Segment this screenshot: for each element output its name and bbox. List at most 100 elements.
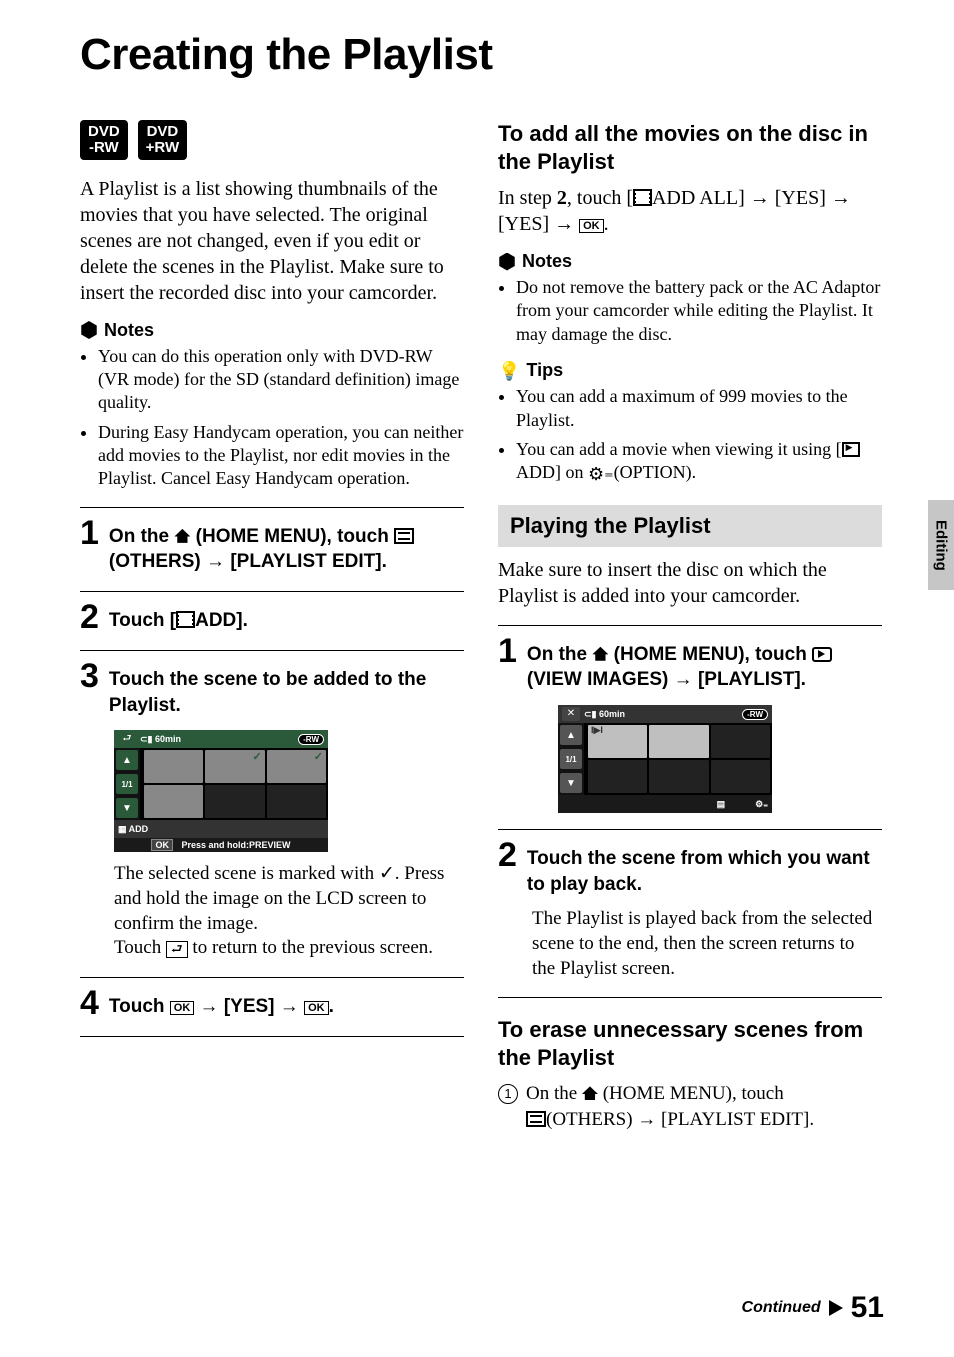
- tips-heading: 💡 Tips: [498, 360, 882, 381]
- thumbnail-empty: [711, 725, 770, 758]
- scroll-up-button[interactable]: ▲: [560, 725, 582, 745]
- step-text: Touch OK → [YES] → OK.: [109, 986, 334, 1020]
- disc-type-indicator: -RW: [298, 734, 324, 745]
- thumbnail[interactable]: [144, 785, 203, 818]
- play-step-2-body: The Playlist is played back from the sel…: [532, 907, 882, 981]
- ok-icon: OK: [170, 1001, 195, 1015]
- home-icon: [582, 1086, 598, 1100]
- ok-icon: OK: [304, 1001, 329, 1015]
- step-number: 3: [80, 659, 99, 693]
- others-icon: [394, 528, 414, 544]
- scroll-down-button[interactable]: ▼: [560, 773, 582, 793]
- continued-label: Continued: [742, 1299, 821, 1317]
- disc-type-indicator: -RW: [742, 709, 768, 720]
- page-number: 51: [851, 1291, 884, 1325]
- thumbnail[interactable]: [144, 750, 203, 783]
- thumbnail[interactable]: ✓: [267, 750, 326, 783]
- scroll-up-button[interactable]: ▲: [116, 750, 138, 770]
- others-icon: [526, 1111, 546, 1127]
- step-text: Touch the scene to be added to the Playl…: [109, 659, 464, 718]
- thumbnail-empty: [711, 760, 770, 793]
- separator: [80, 977, 464, 978]
- step-text: On the (HOME MENU), touch (VIEW IMAGES) …: [527, 634, 882, 693]
- hint-text: Press and hold:PREVIEW: [181, 840, 290, 850]
- thumbnail[interactable]: I▶I: [588, 725, 647, 758]
- play-icon: [812, 647, 832, 662]
- playlist-icon[interactable]: ▤: [717, 799, 726, 810]
- tip-item: You can add a movie when viewing it usin…: [516, 438, 882, 487]
- right-column: To add all the movies on the disc in the…: [498, 120, 882, 1137]
- lcd-screenshot-playlist: ✕ ⊂▮ 60min -RW ▲ 1/1 ▼ I▶I: [558, 705, 772, 813]
- subheading-erase: To erase unnecessary scenes from the Pla…: [498, 1016, 882, 1071]
- step-text: On the (HOME MENU), touch (OTHERS) → [PL…: [109, 516, 464, 575]
- thumbnail-empty: [267, 785, 326, 818]
- thumbnail-empty: [588, 760, 647, 793]
- return-icon: ⮐: [166, 941, 188, 957]
- tips-list: You can add a maximum of 999 movies to t…: [498, 385, 882, 487]
- page-footer: Continued 51: [742, 1291, 884, 1325]
- bulb-icon: 💡: [498, 362, 520, 380]
- battery-indicator: ⊂▮ 60min: [140, 734, 181, 745]
- separator: [80, 650, 464, 651]
- thumbnail[interactable]: [649, 725, 708, 758]
- thumbnail[interactable]: ✓: [205, 750, 264, 783]
- disc-badges: DVD-RW DVD+RW: [80, 120, 464, 160]
- step-number: 2: [80, 600, 99, 634]
- option-icon[interactable]: ⚙₌: [755, 799, 768, 810]
- return-icon[interactable]: ⮐: [118, 732, 136, 746]
- notes-heading: Notes: [498, 251, 882, 272]
- continued-arrow-icon: [829, 1300, 843, 1316]
- separator: [80, 591, 464, 592]
- thumbnail-empty: [649, 760, 708, 793]
- page-indicator: 1/1: [560, 749, 582, 769]
- ok-button[interactable]: OK: [151, 839, 173, 851]
- subheading-add-all: To add all the movies on the disc in the…: [498, 120, 882, 175]
- ok-icon: OK: [579, 219, 604, 233]
- step-number: 2: [498, 838, 517, 872]
- side-tab-editing: Editing: [928, 500, 954, 590]
- step-number: 4: [80, 986, 99, 1020]
- thumbnail-empty: [205, 785, 264, 818]
- scroll-down-button[interactable]: ▼: [116, 798, 138, 818]
- separator: [80, 507, 464, 508]
- step-1: 1 On the (HOME MENU), touch (OTHERS) → […: [80, 516, 464, 575]
- step-number: 1: [80, 516, 99, 550]
- badge-dvd-rw: DVD-RW: [80, 120, 128, 160]
- option-icon: ⚙: [588, 463, 604, 486]
- step-2: 2 Touch [ADD].: [80, 600, 464, 634]
- playing-intro: Make sure to insert the disc on which th…: [498, 557, 882, 609]
- note-item: You can do this operation only with DVD-…: [98, 345, 464, 415]
- notes-list-right: Do not remove the battery pack or the AC…: [498, 276, 882, 346]
- separator: [80, 1036, 464, 1037]
- add-all-paragraph: In step 2, touch [ADD ALL] → [YES] → [YE…: [498, 185, 882, 237]
- step-3-body: The selected scene is marked with ✓. Pre…: [114, 862, 464, 961]
- play-step-2: 2 Touch the scene from which you want to…: [498, 838, 882, 897]
- intro-paragraph: A Playlist is a list showing thumbnails …: [80, 176, 464, 306]
- notes-list-left: You can do this operation only with DVD-…: [80, 345, 464, 491]
- step-text: Touch [ADD].: [109, 600, 248, 634]
- add-label: ▦ ADD: [118, 824, 148, 835]
- notes-heading: Notes: [80, 320, 464, 341]
- film-icon: [633, 189, 652, 206]
- left-column: DVD-RW DVD+RW A Playlist is a list showi…: [80, 120, 464, 1137]
- note-item: During Easy Handycam operation, you can …: [98, 421, 464, 491]
- film-icon: [176, 611, 195, 628]
- step-4: 4 Touch OK → [YES] → OK.: [80, 986, 464, 1020]
- check-icon: ✓: [379, 863, 395, 884]
- page-indicator: 1/1: [116, 774, 138, 794]
- step-text: Touch the scene from which you want to p…: [527, 838, 882, 897]
- home-icon: [592, 647, 608, 661]
- separator: [498, 829, 882, 830]
- home-icon: [174, 529, 190, 543]
- note-item: Do not remove the battery pack or the AC…: [516, 276, 882, 346]
- erase-step-1: 1 On the (HOME MENU), touch (OTHERS) → […: [498, 1081, 882, 1132]
- section-playing-playlist: Playing the Playlist: [498, 505, 882, 547]
- separator: [498, 997, 882, 998]
- play-step-1: 1 On the (HOME MENU), touch (VIEW IMAGES…: [498, 634, 882, 693]
- close-icon[interactable]: ✕: [562, 707, 580, 721]
- badge-dvd-plus-rw: DVD+RW: [138, 120, 187, 160]
- battery-indicator: ⊂▮ 60min: [584, 709, 625, 720]
- page-title: Creating the Playlist: [80, 30, 884, 80]
- step-number: 1: [498, 634, 517, 668]
- step-3: 3 Touch the scene to be added to the Pla…: [80, 659, 464, 718]
